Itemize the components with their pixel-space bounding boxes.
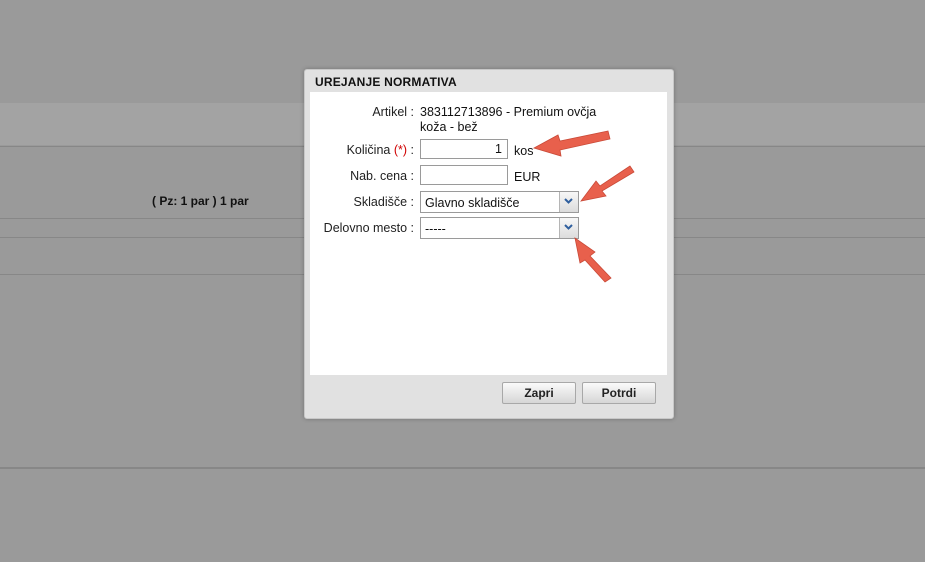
chevron-down-icon[interactable]	[559, 192, 578, 212]
artikel-value: 383112713896 - Premium ovčja koža - bež	[420, 105, 620, 135]
dialog-body: Artikel : 383112713896 - Premium ovčja k…	[310, 92, 667, 375]
delovno-mesto-selected: -----	[425, 222, 446, 236]
dialog-title: UREJANJE NORMATIVA	[315, 75, 457, 89]
kolicina-input[interactable]	[420, 139, 508, 159]
close-button[interactable]: Zapri	[502, 382, 576, 404]
delovno-mesto-select[interactable]: -----	[420, 217, 579, 239]
nab-cena-label: Nab. cena :	[350, 169, 414, 183]
confirm-button[interactable]: Potrdi	[582, 382, 656, 404]
kolicina-label-suffix: :	[407, 143, 414, 157]
artikel-value-line1: 383112713896 - Premium ovčja	[420, 105, 597, 119]
chevron-down-icon[interactable]	[559, 218, 578, 238]
artikel-value-line2: koža - bež	[420, 120, 478, 134]
skladisce-label: Skladišče :	[353, 195, 414, 209]
required-mark: (*)	[393, 143, 408, 157]
skladisce-select[interactable]: Glavno skladišče	[420, 191, 579, 213]
kolicina-label-text: Količina	[346, 143, 391, 157]
artikel-label: Artikel :	[372, 105, 414, 119]
delovno-mesto-label: Delovno mesto :	[323, 221, 414, 235]
edit-norm-dialog: UREJANJE NORMATIVA Artikel : 38311271389…	[304, 69, 674, 419]
nab-cena-unit: EUR	[514, 170, 541, 184]
skladisce-selected: Glavno skladišče	[425, 196, 520, 210]
background-quantity-text: ( Pz: 1 par ) 1 par	[152, 194, 249, 208]
background-divider	[0, 467, 925, 469]
kolicina-label: Količina (*) :	[347, 143, 414, 157]
kolicina-unit: kos	[514, 144, 534, 158]
nab-cena-input[interactable]	[420, 165, 508, 185]
